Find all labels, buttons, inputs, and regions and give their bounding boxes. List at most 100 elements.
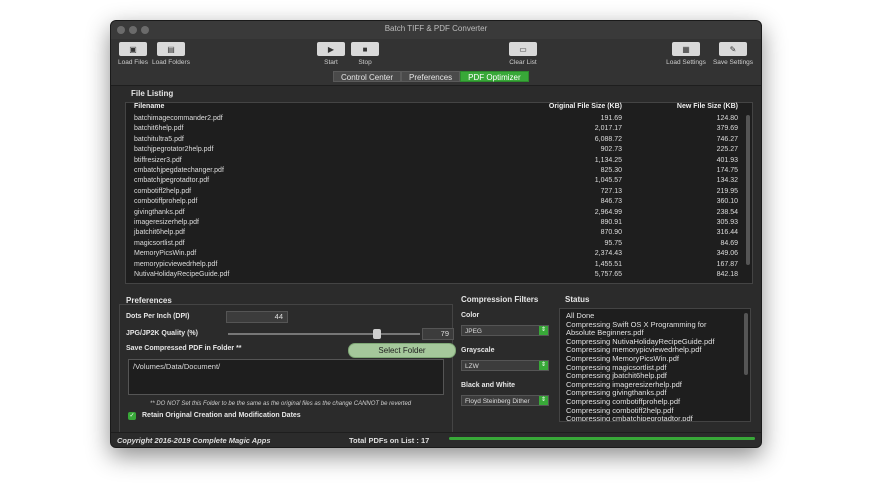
- progress-bar: [449, 437, 755, 440]
- cell-new-size: 167.87: [716, 260, 738, 268]
- folder-path-field[interactable]: /Volumes/Data/Document/: [128, 359, 444, 395]
- table-row[interactable]: givingthanks.pdf 2,964.99 238.54: [126, 209, 752, 219]
- title-bar: Batch TIFF & PDF Converter: [111, 21, 761, 39]
- cell-filename: combotiffprohelp.pdf: [134, 198, 198, 206]
- cell-original-size: 902.73: [600, 146, 622, 154]
- column-new-size[interactable]: New File Size (KB): [677, 103, 738, 110]
- folder-path-text: /Volumes/Data/Document/: [133, 362, 221, 371]
- table-row[interactable]: magicsortlist.pdf 95.75 84.69: [126, 240, 752, 250]
- status-log[interactable]: All Done Compressing Swift OS X Programmi…: [559, 308, 751, 422]
- grayscale-select[interactable]: LZW ⇕: [461, 360, 549, 371]
- table-row[interactable]: NutivaHolidayRecipeGuide.pdf 5,757.65 842.…: [126, 271, 752, 281]
- clear-list-label: Clear List: [509, 59, 537, 66]
- cell-original-size: 727.13: [600, 187, 622, 195]
- table-row[interactable]: combotiff2help.pdf 727.13 219.95: [126, 188, 752, 198]
- cell-new-size: 379.69: [716, 125, 738, 133]
- grayscale-label: Grayscale: [461, 347, 495, 354]
- clear-list-button[interactable]: ▭ Clear List: [499, 42, 547, 66]
- cell-new-size: 219.95: [716, 187, 738, 195]
- chevron-down-icon: ⇕: [539, 361, 548, 370]
- quality-field[interactable]: 79: [422, 328, 454, 340]
- compression-filters-panel: Compression Filters Color JPEG ⇕ Graysca…: [455, 295, 553, 432]
- table-row[interactable]: cmbatchjpegdatechanger.pdf 825.30 174.75: [126, 167, 752, 177]
- table-row[interactable]: combotiffprohelp.pdf 846.73 360.10: [126, 198, 752, 208]
- cell-filename: jbatchit6help.pdf: [134, 229, 185, 237]
- table-row[interactable]: batchit6help.pdf 2,017.17 379.69: [126, 125, 752, 135]
- column-filename[interactable]: Filename: [134, 103, 164, 110]
- retain-dates-checkbox[interactable]: ✓: [128, 412, 136, 420]
- cell-original-size: 5,757.65: [594, 271, 622, 278]
- cell-filename: combotiff2help.pdf: [134, 187, 192, 195]
- file-table-scrollbar[interactable]: [746, 115, 750, 265]
- table-row[interactable]: memorypicviewedrhelp.pdf 1,455.51 167.87: [126, 261, 752, 271]
- cell-new-size: 238.54: [716, 208, 738, 216]
- folder-image-icon: ▤: [157, 42, 185, 56]
- color-label: Color: [461, 312, 480, 319]
- cell-filename: MemoryPicsWin.pdf: [134, 250, 197, 258]
- stop-button[interactable]: ■ Stop: [341, 42, 389, 66]
- table-row[interactable]: cmbatchjpegrotadtor.pdf 1,045.57 134.32: [126, 177, 752, 187]
- tab-control-center[interactable]: Control Center: [333, 71, 402, 82]
- table-row[interactable]: btiffresizer3.pdf 1,134.25 401.93: [126, 157, 752, 167]
- cell-original-size: 890.91: [600, 219, 622, 226]
- footer: Copyright 2016-2019 Complete Magic Apps …: [111, 432, 761, 447]
- cell-filename: batchjpegrotator2help.pdf: [134, 146, 214, 154]
- save-settings-button[interactable]: ✎ Save Settings: [709, 42, 757, 66]
- quality-slider[interactable]: [228, 329, 420, 339]
- copyright-text: Copyright 2016-2019 Complete Magic Apps: [117, 436, 271, 445]
- color-value: JPEG: [465, 328, 482, 335]
- cell-original-size: 2,964.99: [594, 208, 622, 216]
- table-row[interactable]: batchimagecommander2.pdf 191.69 124.80: [126, 115, 752, 125]
- cell-filename: btiffresizer3.pdf: [134, 156, 182, 164]
- cell-original-size: 825.30: [600, 167, 622, 174]
- chevron-down-icon: ⇕: [539, 396, 548, 405]
- load-settings-button[interactable]: ▦ Load Settings: [662, 42, 710, 66]
- bw-select[interactable]: Floyd Steinberg Dither ⇕: [461, 395, 549, 406]
- color-select[interactable]: JPEG ⇕: [461, 325, 549, 336]
- cell-filename: NutivaHolidayRecipeGuide.pdf: [134, 271, 230, 278]
- status-scrollbar[interactable]: [744, 313, 748, 375]
- bw-value: Floyd Steinberg Dither: [465, 398, 530, 405]
- load-settings-label: Load Settings: [666, 59, 706, 66]
- tab-preferences[interactable]: Preferences: [401, 71, 461, 82]
- app-window: Batch TIFF & PDF Converter ▣ Load Files …: [110, 20, 762, 448]
- column-original-size[interactable]: Original File Size (KB): [549, 103, 622, 110]
- cell-filename: magicsortlist.pdf: [134, 239, 185, 247]
- select-folder-button[interactable]: Select Folder: [348, 343, 456, 358]
- table-row[interactable]: batchjpegrotator2help.pdf 902.73 225.27: [126, 146, 752, 156]
- window-title: Batch TIFF & PDF Converter: [384, 24, 488, 33]
- cell-filename: memorypicviewedrhelp.pdf: [134, 260, 218, 268]
- cell-new-size: 316.44: [716, 229, 738, 237]
- table-row[interactable]: batchitultra5.pdf 6,088.72 746.27: [126, 136, 752, 146]
- start-label: Start: [324, 59, 338, 66]
- compression-filters-label: Compression Filters: [461, 295, 539, 304]
- cell-new-size: 746.27: [716, 135, 738, 143]
- dpi-label: Dots Per Inch (DPI): [126, 313, 190, 320]
- tab-bar: Control Center Preferences PDF Optimizer: [333, 71, 529, 82]
- tab-pdf-optimizer[interactable]: PDF Optimizer: [460, 71, 529, 82]
- file-table[interactable]: Filename Original File Size (KB) New Fil…: [125, 102, 753, 284]
- retain-dates-label: Retain Original Creation and Modificatio…: [142, 412, 301, 419]
- cell-new-size: 305.93: [716, 219, 738, 226]
- load-folders-label: Load Folders: [152, 59, 190, 66]
- cell-new-size: 84.69: [720, 239, 738, 247]
- table-row[interactable]: jbatchit6help.pdf 870.90 316.44: [126, 229, 752, 239]
- table-header: Filename Original File Size (KB) New Fil…: [126, 103, 752, 114]
- quality-slider-knob[interactable]: [373, 329, 382, 339]
- settings-load-icon: ▦: [672, 42, 700, 56]
- stop-label: Stop: [358, 59, 372, 66]
- load-folders-button[interactable]: ▤ Load Folders: [147, 42, 195, 66]
- cell-original-size: 6,088.72: [594, 135, 622, 143]
- preferences-panel: Preferences Dots Per Inch (DPI) 44 JPG/J…: [119, 296, 456, 434]
- dpi-field[interactable]: 44: [226, 311, 288, 323]
- document-icon: ▭: [509, 42, 537, 56]
- file-listing-label: File Listing: [131, 89, 174, 98]
- table-row[interactable]: MemoryPicsWin.pdf 2,374.43 349.06: [126, 250, 752, 260]
- cell-original-size: 870.90: [600, 229, 622, 237]
- table-row[interactable]: imageresizerhelp.pdf 890.91 305.93: [126, 219, 752, 229]
- stop-icon: ■: [351, 42, 379, 56]
- cell-original-size: 95.75: [604, 239, 622, 247]
- cell-original-size: 2,017.17: [594, 125, 622, 133]
- cell-new-size: 401.93: [716, 156, 738, 164]
- cell-new-size: 134.32: [716, 177, 738, 185]
